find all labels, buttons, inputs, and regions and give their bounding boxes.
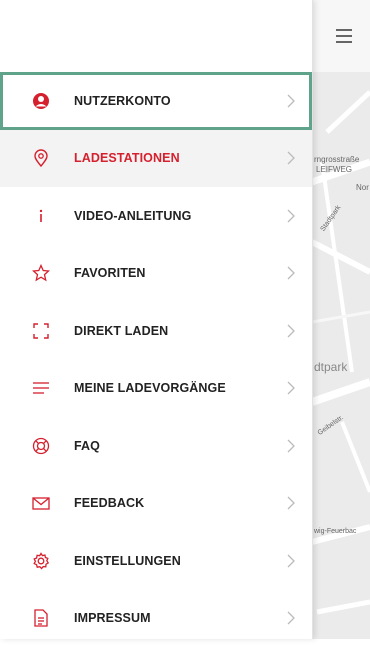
chevron-right-icon [286,266,296,280]
star-icon [30,262,52,284]
menu-item-feedback[interactable]: FEEDBACK [0,475,312,533]
menu-item-direkt-laden[interactable]: DIREKT LADEN [0,302,312,360]
list-icon [30,377,52,399]
menu-item-label: IMPRESSUM [74,611,151,625]
menu-item-label: LADESTATIONEN [74,151,180,165]
map-label: Nor [356,183,369,192]
map-view[interactable]: rngrosstraße LEIFWEG Nor Stadtpark dtpar… [312,0,370,639]
menu-item-nutzerkonto[interactable]: NUTZERKONTO [0,72,312,130]
drawer-menu: NUTZERKONTO LADESTATIONEN VIDEO-ANLEITUN… [0,72,312,647]
menu-item-einstellungen[interactable]: EINSTELLUNGEN [0,532,312,590]
menu-item-meine-ladevorgaenge[interactable]: MEINE LADEVORGÄNGE [0,360,312,418]
menu-item-video-anleitung[interactable]: VIDEO-ANLEITUNG [0,187,312,245]
info-icon [30,205,52,227]
menu-item-label: EINSTELLUNGEN [74,554,181,568]
menu-item-label: DIREKT LADEN [74,324,168,338]
chevron-right-icon [286,151,296,165]
user-circle-icon [30,90,52,112]
chevron-right-icon [286,94,296,108]
map-label: rngrosstraße [314,155,359,164]
chevron-right-icon [286,611,296,625]
map-pin-icon [30,147,52,169]
gear-icon [30,550,52,572]
chevron-right-icon [286,496,296,510]
mail-icon [30,492,52,514]
map-label: dtpark [314,360,347,374]
menu-item-label: FAQ [74,439,100,453]
navigation-drawer: NUTZERKONTO LADESTATIONEN VIDEO-ANLEITUN… [0,0,313,639]
chevron-right-icon [286,324,296,338]
menu-item-label: FEEDBACK [74,496,144,510]
chevron-right-icon [286,381,296,395]
menu-item-faq[interactable]: FAQ [0,417,312,475]
menu-item-label: NUTZERKONTO [74,94,171,108]
drawer-header [0,0,312,72]
chevron-right-icon [286,439,296,453]
chevron-right-icon [286,554,296,568]
menu-item-ladestationen[interactable]: LADESTATIONEN [0,130,312,188]
scan-frame-icon [30,320,52,342]
chevron-right-icon [286,209,296,223]
menu-item-label: FAVORITEN [74,266,146,280]
document-icon [30,607,52,629]
lifebuoy-icon [30,435,52,457]
menu-item-label: VIDEO-ANLEITUNG [74,209,191,223]
map-top-bar [312,0,370,73]
hamburger-menu-icon[interactable] [336,29,352,43]
map-label: wig-Feuerbac [314,528,356,535]
map-label: LEIFWEG [316,165,352,174]
menu-item-impressum[interactable]: IMPRESSUM [0,590,312,647]
menu-item-favoriten[interactable]: FAVORITEN [0,245,312,303]
menu-item-label: MEINE LADEVORGÄNGE [74,381,226,395]
